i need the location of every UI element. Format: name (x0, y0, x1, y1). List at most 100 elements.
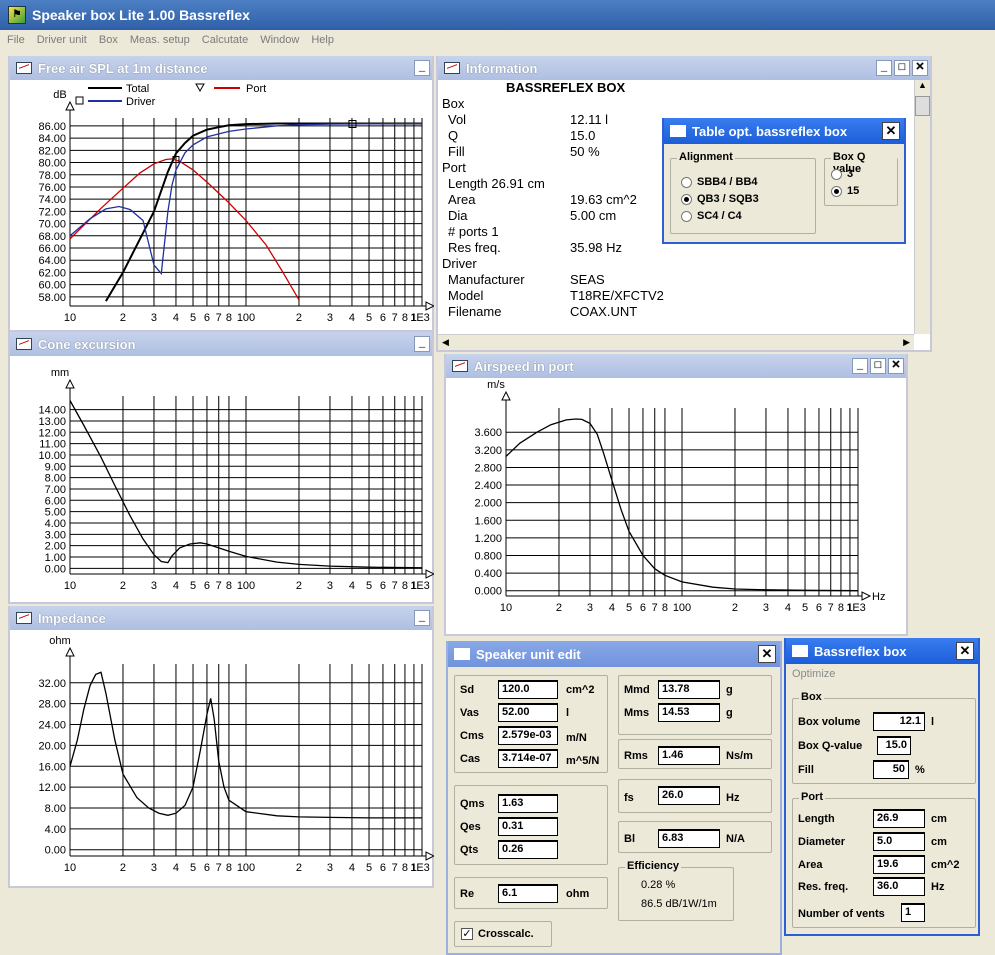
close-button[interactable]: ✕ (912, 60, 928, 76)
x-tick-label: 3 (587, 602, 593, 614)
radio-q15-label[interactable]: 15 (847, 185, 859, 197)
minimize-button[interactable]: _ (876, 60, 892, 76)
chart-icon (452, 360, 468, 372)
cms-field[interactable]: 2.579e-03 (498, 726, 558, 745)
scroll-up-arrow[interactable]: ▲ (915, 80, 930, 96)
box-volume-field[interactable]: 12.1 (873, 712, 925, 731)
vertical-scrollbar[interactable]: ▲ (914, 80, 930, 334)
x-tick-label: 6 (204, 312, 210, 324)
radio-sc4[interactable] (681, 211, 692, 222)
radio-q3[interactable] (831, 169, 842, 180)
optimize-menu[interactable]: Optimize (792, 668, 835, 680)
scroll-thumb[interactable] (915, 96, 930, 116)
mms-unit: g (726, 707, 733, 719)
qms-field[interactable]: 1.63 (498, 794, 558, 813)
area-label: Area (798, 859, 823, 871)
impedance-window-titlebar[interactable]: Impedance _ (10, 606, 432, 630)
vas-unit: l (566, 707, 570, 719)
menu-box[interactable]: Box (92, 34, 123, 46)
maximize-button[interactable]: □ (894, 60, 910, 76)
x-tick-label: 100 (673, 602, 691, 614)
horizontal-scrollbar[interactable]: ◀ ▶ (438, 334, 914, 350)
fs-field[interactable]: 26.0 (658, 786, 720, 805)
mmd-field[interactable]: 13.78 (658, 680, 720, 699)
radio-q15[interactable] (831, 186, 842, 197)
y-tick-label: 2.400 (474, 480, 502, 492)
y-tick-label: 66.00 (38, 243, 66, 255)
menu-driver-unit[interactable]: Driver unit (30, 34, 92, 46)
app-title: Speaker box Lite 1.00 Bassreflex (32, 7, 250, 23)
window-icon (454, 648, 470, 660)
crosscalc-label[interactable]: Crosscalc. (478, 928, 534, 940)
y-tick-label: 12.00 (38, 782, 66, 794)
speaker-edit-titlebar[interactable]: Speaker unit edit ✕ (448, 641, 780, 667)
menu-window[interactable]: Window (253, 34, 304, 46)
cms-unit: m/N (566, 732, 587, 744)
area-field[interactable]: 19.6 (873, 855, 925, 874)
impedance-chart: 32.00 28.00 24.00 20.00 16.00 12.00 8.00 4.00 0.… (38, 635, 434, 874)
bassreflex-titlebar[interactable]: Bassreflex box ✕ (786, 638, 978, 664)
bassreflex-dialog: Bassreflex box ✕ Optimize Box Box volume… (784, 638, 980, 936)
x-tick-label: 2 (120, 580, 126, 592)
info-window-titlebar[interactable]: Information _ □ ✕ (438, 56, 930, 80)
airspeed-window-titlebar[interactable]: Airspeed in port _ □ ✕ (446, 354, 906, 378)
close-button[interactable]: ✕ (882, 122, 900, 140)
maximize-button[interactable]: □ (870, 358, 886, 374)
y-tick-label: 3.00 (45, 529, 66, 541)
x-tick-label: 4 (173, 312, 179, 324)
y-tick-label: 3.200 (474, 445, 502, 457)
y-tick-label: 68.00 (38, 231, 66, 243)
x-tick-label: 4 (173, 862, 179, 874)
minimize-button[interactable]: _ (414, 336, 430, 352)
x-tick-label: 6 (380, 580, 386, 592)
radio-qb3[interactable] (681, 194, 692, 205)
close-button[interactable]: ✕ (758, 645, 776, 663)
y-tick-label: 8.00 (45, 473, 66, 485)
spl-window-title: Free air SPL at 1m distance (38, 60, 208, 76)
menu-calculate[interactable]: Calcutate (195, 34, 253, 46)
resfreq-field[interactable]: 36.0 (873, 877, 925, 896)
cone-window-titlebar[interactable]: Cone excursion _ (10, 332, 432, 356)
menu-meas-setup[interactable]: Meas. setup (123, 34, 195, 46)
crosscalc-checkbox[interactable]: ✓ (461, 928, 473, 940)
re-field[interactable]: 6.1 (498, 884, 558, 903)
scroll-left-arrow[interactable]: ◀ (438, 337, 449, 347)
series-line (69, 158, 300, 301)
fill-field[interactable]: 50 (873, 760, 909, 779)
sd-unit: cm^2 (566, 684, 595, 696)
driver-marker-icon (75, 96, 84, 105)
qts-field[interactable]: 0.26 (498, 840, 558, 859)
minimize-button[interactable]: _ (414, 60, 430, 76)
vas-field[interactable]: 52.00 (498, 703, 558, 722)
x-tick-label: 7 (652, 602, 658, 614)
menu-help[interactable]: Help (304, 34, 339, 46)
radio-sbb4[interactable] (681, 177, 692, 188)
sd-field[interactable]: 120.0 (498, 680, 558, 699)
rms-field[interactable]: 1.46 (658, 746, 720, 765)
box-q-field[interactable]: 15.0 (877, 736, 911, 755)
x-tick-label: 10 (64, 312, 76, 324)
diameter-field[interactable]: 5.0 (873, 832, 925, 851)
scroll-right-arrow[interactable]: ▶ (903, 335, 910, 349)
bl-field[interactable]: 6.83 (658, 829, 720, 848)
airspeed-chart: 3.600 3.200 2.800 2.400 2.000 1.600 1.200 0.800… (474, 379, 885, 614)
radio-sbb4-label[interactable]: SBB4 / BB4 (697, 176, 758, 188)
radio-q3-label[interactable]: 3 (847, 168, 853, 180)
y-tick-label: 82.00 (38, 145, 66, 157)
vents-field[interactable]: 1 (901, 903, 925, 922)
radio-sc4-label[interactable]: SC4 / C4 (697, 210, 742, 222)
spl-window-titlebar[interactable]: Free air SPL at 1m distance _ (10, 56, 432, 80)
table-opt-titlebar[interactable]: Table opt. bassreflex box ✕ (664, 118, 904, 144)
cas-field[interactable]: 3.714e-07 (498, 749, 558, 768)
close-button[interactable]: ✕ (888, 358, 904, 374)
mms-field[interactable]: 14.53 (658, 703, 720, 722)
close-button[interactable]: ✕ (956, 642, 974, 660)
qes-field[interactable]: 0.31 (498, 817, 558, 836)
minimize-button[interactable]: _ (414, 610, 430, 626)
radio-qb3-label[interactable]: QB3 / SQB3 (697, 193, 759, 205)
minimize-button[interactable]: _ (852, 358, 868, 374)
menu-file[interactable]: File (0, 34, 30, 46)
x-tick-label: 2 (296, 312, 302, 324)
length-field[interactable]: 26.9 (873, 809, 925, 828)
table-opt-dialog: Table opt. bassreflex box ✕ Alignment SB… (662, 118, 906, 244)
